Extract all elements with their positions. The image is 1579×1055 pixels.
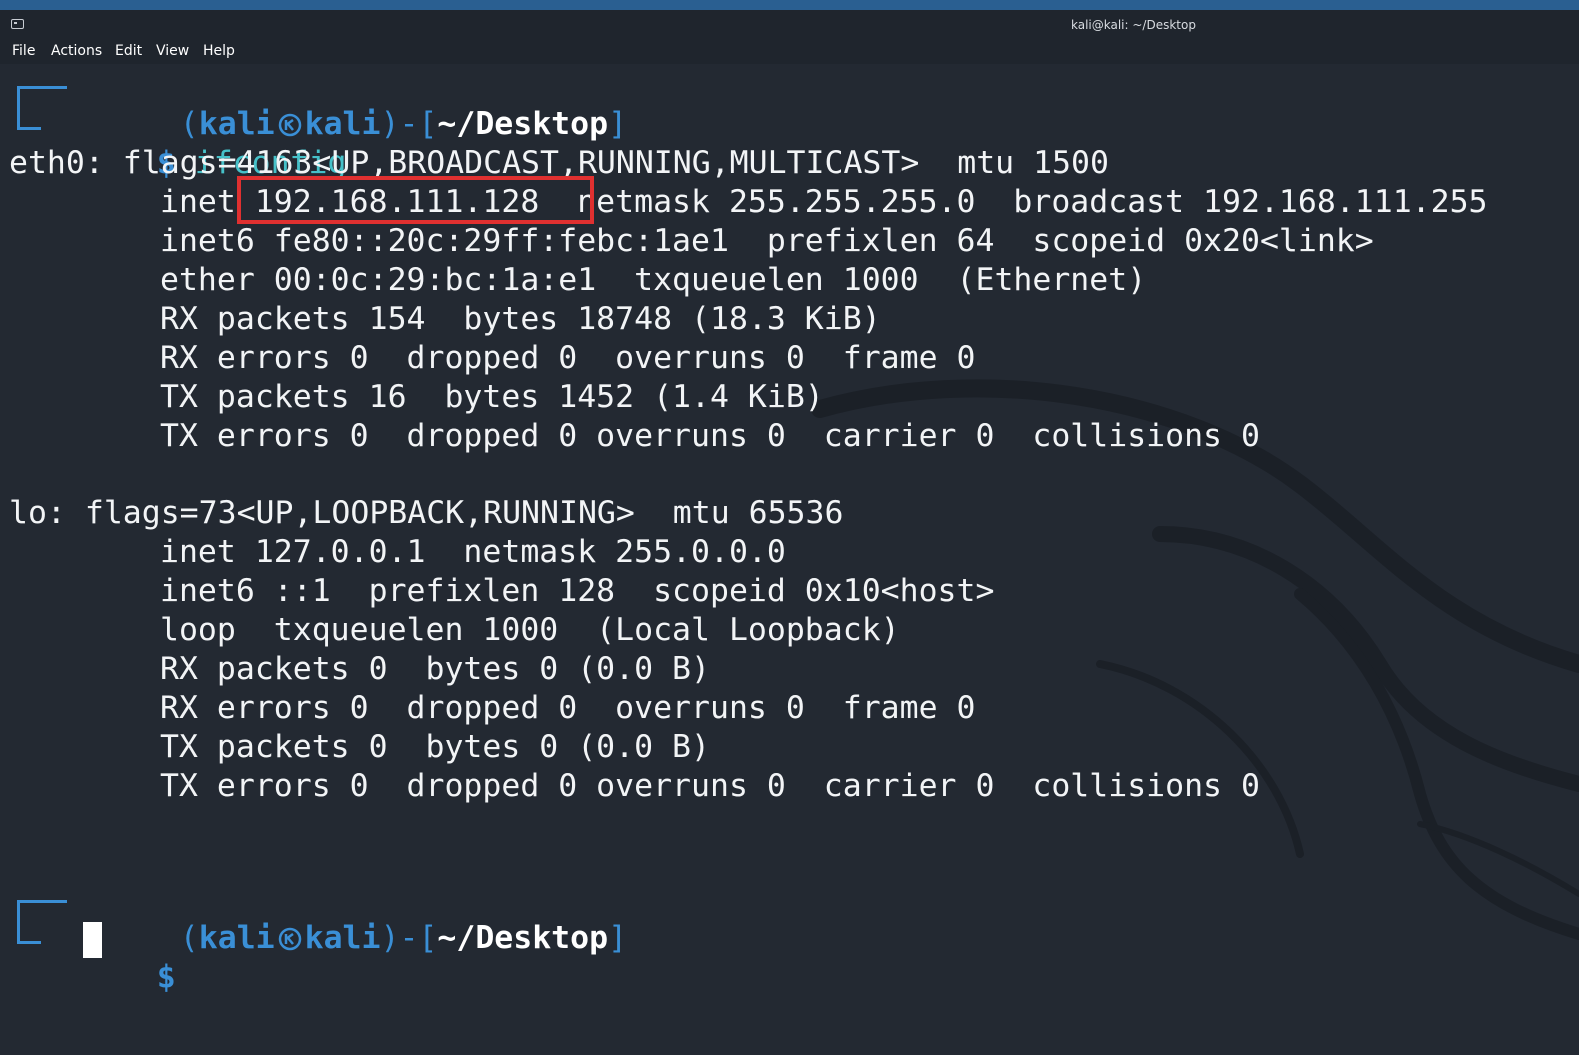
text-cursor[interactable] — [83, 922, 102, 958]
prompt-host: kali — [304, 920, 381, 956]
output-line: lo: flags=73<UP,LOOPBACK,RUNNING> mtu 65… — [9, 495, 844, 531]
desktop-top-strip — [0, 0, 1579, 10]
prompt-corner-bottom — [17, 104, 41, 130]
menu-file[interactable]: File — [12, 43, 35, 59]
terminal-output-area[interactable]: (kali kali)-[~/Desktop] $ ifconfig eth0: … — [0, 64, 1579, 1055]
output-line: RX errors 0 dropped 0 overruns 0 frame 0 — [160, 690, 976, 726]
window-title: kali@kali: ~/Desktop — [1071, 18, 1196, 32]
output-line: RX packets 0 bytes 0 (0.0 B) — [160, 651, 710, 687]
output-line: TX errors 0 dropped 0 overruns 0 carrier… — [160, 418, 1260, 454]
output-line: inet6 fe80::20c:29ff:febc:1ae1 prefixlen… — [160, 223, 1374, 259]
prompt-dollar: $ — [156, 959, 176, 995]
output-line: TX packets 0 bytes 0 (0.0 B) — [160, 729, 710, 765]
title-bar: kali@kali: ~/Desktop — [0, 10, 1579, 40]
prompt-corner-bottom — [17, 918, 41, 944]
terminal-window: kali@kali: ~/Desktop File Actions Edit V… — [0, 0, 1579, 1055]
terminal-icon — [11, 19, 24, 29]
prompt-path: ~/Desktop — [437, 106, 609, 142]
ip-highlight-box — [237, 176, 594, 224]
command-line: $ — [43, 919, 176, 1036]
prompt-user: kali — [198, 920, 275, 956]
menu-help[interactable]: Help — [203, 43, 235, 59]
menu-actions[interactable]: Actions — [51, 43, 102, 59]
output-line: TX errors 0 dropped 0 overruns 0 carrier… — [160, 768, 1260, 804]
kali-skull-icon — [278, 927, 301, 951]
menu-edit[interactable]: Edit — [115, 43, 142, 59]
output-line: inet 127.0.0.1 netmask 255.0.0.0 — [160, 534, 786, 570]
output-line: TX packets 16 bytes 1452 (1.4 KiB) — [160, 379, 824, 415]
output-line: ether 00:0c:29:bc:1a:e1 txqueuelen 1000 … — [160, 262, 1147, 298]
prompt-path: ~/Desktop — [437, 920, 609, 956]
output-line: inet6 ::1 prefixlen 128 scopeid 0x10<hos… — [160, 573, 995, 609]
menu-view[interactable]: View — [156, 43, 189, 59]
output-line: RX packets 154 bytes 18748 (18.3 KiB) — [160, 301, 881, 337]
output-line: RX errors 0 dropped 0 overruns 0 frame 0 — [160, 340, 976, 376]
output-line: loop txqueuelen 1000 (Local Loopback) — [160, 612, 900, 648]
menu-bar: File Actions Edit View Help — [0, 40, 1579, 64]
